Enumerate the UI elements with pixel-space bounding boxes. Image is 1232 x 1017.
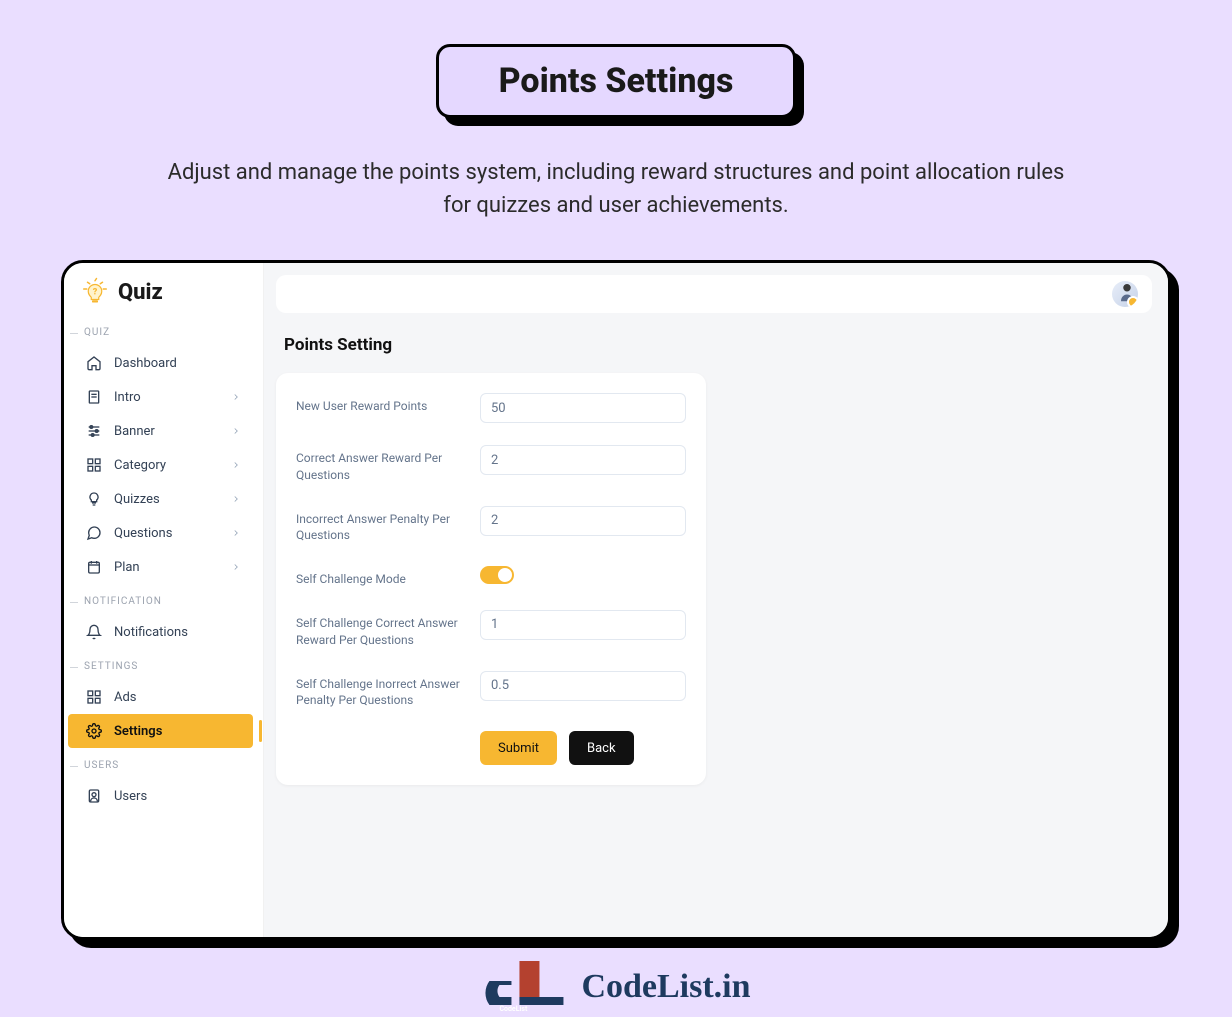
chevron-right-icon: [231, 392, 241, 402]
user-icon: [86, 788, 102, 804]
sidebar-item-label: Dashboard: [114, 356, 177, 371]
sidebar-item-questions[interactable]: Questions: [68, 516, 259, 550]
sidebar-item-label: Questions: [114, 526, 172, 541]
sidebar-item-label: Quizzes: [114, 492, 160, 507]
sidebar-item-label: Plan: [114, 560, 140, 575]
self-incorrect-input[interactable]: [480, 671, 686, 701]
sidebar-item-plan[interactable]: Plan: [68, 550, 259, 584]
sidebar-item-label: Notifications: [114, 625, 188, 640]
sidebar-item-notifications[interactable]: Notifications: [68, 615, 259, 649]
watermark: CodeList CodeList.in: [481, 961, 750, 1013]
sidebar-item-banner[interactable]: Banner: [68, 414, 259, 448]
avatar[interactable]: [1112, 281, 1138, 307]
section-notification: NOTIFICATION: [64, 596, 263, 607]
calendar-icon: [86, 559, 102, 575]
self-correct-input[interactable]: [480, 610, 686, 640]
grid-icon: [86, 689, 102, 705]
sliders-icon: [86, 423, 102, 439]
logo-icon: ?: [80, 277, 110, 307]
section-settings: SETTINGS: [64, 661, 263, 672]
chevron-right-icon: [231, 460, 241, 470]
bell-icon: [86, 624, 102, 640]
sidebar-item-users[interactable]: Users: [68, 779, 259, 813]
section-quiz: QUIZ: [64, 327, 263, 338]
hero-subtitle: Adjust and manage the points system, inc…: [166, 156, 1066, 222]
chevron-right-icon: [231, 562, 241, 572]
section-users: USERS: [64, 760, 263, 771]
brand-text: Quiz: [118, 280, 163, 305]
sidebar-item-label: Intro: [114, 390, 141, 405]
self-mode-label: Self Challenge Mode: [296, 566, 466, 588]
hero-title: Points Settings: [436, 44, 796, 118]
incorrect-input[interactable]: [480, 506, 686, 536]
main-content: Points Setting New User Reward Points Co…: [264, 263, 1168, 937]
sidebar-item-category[interactable]: Category: [68, 448, 259, 482]
sidebar-item-settings[interactable]: Settings: [68, 714, 253, 748]
sidebar: ? Quiz QUIZ Dashboard Intro Banner: [64, 263, 264, 937]
bulb-icon: [86, 491, 102, 507]
gear-icon: [86, 723, 102, 739]
svg-text:CodeList: CodeList: [499, 1005, 527, 1013]
sidebar-item-label: Users: [114, 789, 147, 804]
grid-icon: [86, 457, 102, 473]
back-button[interactable]: Back: [569, 731, 634, 765]
svg-text:?: ?: [93, 287, 98, 297]
correct-input[interactable]: [480, 445, 686, 475]
sidebar-item-ads[interactable]: Ads: [68, 680, 259, 714]
settings-card: New User Reward Points Correct Answer Re…: [276, 373, 706, 785]
sidebar-item-label: Settings: [114, 724, 162, 739]
self-mode-toggle[interactable]: [480, 566, 514, 584]
self-incorrect-label: Self Challenge Inorrect Answer Penalty P…: [296, 671, 466, 710]
topbar: [276, 275, 1152, 313]
sidebar-item-dashboard[interactable]: Dashboard: [68, 346, 259, 380]
chevron-right-icon: [231, 426, 241, 436]
watermark-text: CodeList.in: [581, 968, 750, 1006]
self-correct-label: Self Challenge Correct Answer Reward Per…: [296, 610, 466, 649]
chat-icon: [86, 525, 102, 541]
page-title: Points Setting: [264, 313, 1168, 369]
sidebar-item-label: Category: [114, 458, 166, 473]
sidebar-item-intro[interactable]: Intro: [68, 380, 259, 414]
new-user-label: New User Reward Points: [296, 393, 466, 415]
incorrect-label: Incorrect Answer Penalty Per Questions: [296, 506, 466, 545]
sidebar-item-label: Banner: [114, 424, 155, 439]
sidebar-item-label: Ads: [114, 690, 137, 705]
new-user-input[interactable]: [480, 393, 686, 423]
document-icon: [86, 389, 102, 405]
chevron-right-icon: [231, 494, 241, 504]
sidebar-item-quizzes[interactable]: Quizzes: [68, 482, 259, 516]
app-panel: ? Quiz QUIZ Dashboard Intro Banner: [61, 260, 1171, 940]
submit-button[interactable]: Submit: [480, 731, 557, 765]
home-icon: [86, 355, 102, 371]
correct-label: Correct Answer Reward Per Questions: [296, 445, 466, 484]
watermark-logo-icon: CodeList: [481, 961, 571, 1013]
chevron-right-icon: [231, 528, 241, 538]
brand[interactable]: ? Quiz: [64, 277, 263, 307]
